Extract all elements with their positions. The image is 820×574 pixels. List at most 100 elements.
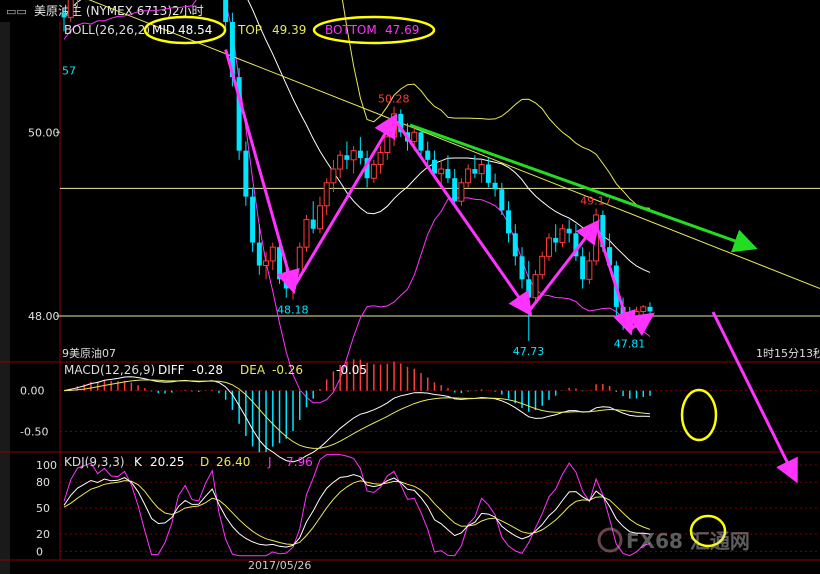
candle-body — [593, 214, 600, 262]
kdj-tick-label: 50 — [36, 502, 50, 515]
boll-top-value: 49.39 — [272, 23, 306, 37]
kdj-d-label: D — [200, 455, 209, 469]
watermark-text: FX68 汇通网 — [626, 529, 750, 553]
candle-body — [452, 178, 458, 202]
price-tick-label: 48.00 — [28, 310, 60, 323]
countdown-label: 1时15分13秒 — [756, 346, 820, 360]
boll-top-label: TOP — [237, 23, 262, 37]
candle-body — [357, 150, 363, 158]
price-annotation: 57 — [62, 65, 76, 78]
boll-mid-value: 48.54 — [178, 23, 212, 37]
candle-body — [458, 182, 465, 202]
chart-canvas: ▭▭ 美原油主 (NYMEX 6713)2小时 50.0048.0052.005… — [0, 0, 820, 574]
macd-header: MACD(12,26,9) DIFF -0.28 DEA -0.26 -0.05 — [64, 363, 367, 377]
macd-tick-label: -0.50 — [20, 426, 48, 439]
candle-body — [425, 150, 431, 160]
projection-arrow — [711, 311, 798, 484]
candle-body — [647, 306, 653, 312]
macd-dea-label: DEA — [240, 363, 266, 377]
kdj-tick-label: 0 — [36, 545, 43, 558]
macd-label: MACD(12,26,9) — [64, 363, 155, 377]
macd-diff-label: DIFF — [158, 363, 185, 377]
boll-mid-label: MID — [152, 23, 175, 37]
kdj-k-label: K — [134, 455, 143, 469]
date-axis-label: 2017/05/26 — [248, 559, 311, 572]
zigzag-arrow — [594, 223, 636, 336]
candle-body — [445, 169, 451, 179]
candle-body — [586, 260, 593, 280]
candle-body — [296, 246, 303, 276]
candle-body — [640, 306, 647, 312]
kdj-d-line — [63, 480, 651, 546]
kdj-tick-label: 80 — [36, 476, 50, 489]
candle-body — [391, 113, 398, 138]
candle-body — [223, 0, 229, 23]
macd-diff-line — [63, 376, 651, 463]
candle-body — [553, 237, 559, 243]
candle-body — [269, 246, 276, 262]
candle-body — [411, 131, 418, 142]
candle-body — [559, 228, 566, 244]
candle-body — [370, 163, 377, 179]
candle-body — [337, 154, 344, 170]
candle-body — [580, 256, 586, 280]
kdj-j-value: 7.96 — [286, 455, 313, 469]
left-edge-strip — [0, 22, 10, 574]
candle-body — [566, 228, 572, 234]
candle-body — [472, 169, 478, 174]
candle-body — [67, 0, 74, 18]
candle-body — [243, 150, 249, 197]
candle-body — [526, 279, 532, 298]
candle-body — [310, 219, 316, 229]
zigzag-arrow — [291, 113, 398, 290]
candle-body — [465, 168, 472, 184]
price-annotation: 47.73 — [513, 345, 545, 358]
candle-body — [377, 151, 384, 165]
candle-body — [350, 150, 357, 161]
candle-body — [478, 163, 485, 175]
boll-label: BOLL(26,26,2) — [64, 23, 150, 37]
kdj-label: KDJ(9,3,3) — [64, 455, 125, 469]
candle-body — [485, 164, 491, 183]
candle-body — [263, 260, 270, 267]
panel-frames — [0, 22, 820, 561]
candle-body — [539, 255, 546, 276]
candle-body — [532, 274, 539, 299]
macd-tick-label: 0.00 — [20, 385, 45, 398]
kdj-k-line — [63, 474, 651, 548]
price-tick-label: 50.00 — [28, 126, 60, 139]
kdj-d-value: 26.40 — [216, 455, 250, 469]
candle-body — [499, 189, 505, 211]
candle-body — [316, 205, 323, 230]
candle-body — [344, 155, 350, 160]
macd-highlight-ellipse — [680, 388, 718, 442]
kdj-tick-label: 20 — [36, 528, 50, 541]
candle-body — [256, 242, 262, 266]
candle-body — [250, 196, 256, 243]
price-annotation: 47.81 — [614, 338, 646, 351]
window-control-icon[interactable]: ▭▭ — [6, 5, 27, 18]
boll-bottom-value: 47.69 — [385, 23, 419, 37]
zigzag-arrow — [628, 312, 655, 337]
price-panel: 50.0048.0052.005748.1850.2847.7349.1747.… — [28, 0, 820, 404]
candle-body — [545, 237, 552, 257]
boll-bottom-line — [63, 0, 651, 404]
candle-body — [303, 219, 310, 248]
watermark: FX68 汇通网 — [597, 527, 750, 553]
candle-body — [519, 256, 525, 280]
boll-bottom-label: BOTTOM — [325, 23, 377, 37]
candle-body — [283, 279, 289, 289]
candle-body — [384, 136, 391, 153]
candle-body — [633, 310, 640, 322]
watermark-logo-icon — [597, 527, 623, 553]
kdj-k-value: 20.25 — [150, 455, 184, 469]
macd-histogram-value: -0.05 — [336, 363, 367, 377]
kdj-j-label: J — [267, 455, 272, 469]
candle-body — [330, 168, 337, 184]
candle-body — [512, 233, 518, 257]
price-annotation: 50.28 — [378, 93, 410, 106]
kdj-tick-label: 100 — [36, 459, 57, 472]
candle-body — [61, 12, 67, 18]
kdj-header: KDJ(9,3,3) K 20.25 D 26.40 J 7.96 — [64, 455, 313, 469]
candle-body — [506, 210, 512, 234]
